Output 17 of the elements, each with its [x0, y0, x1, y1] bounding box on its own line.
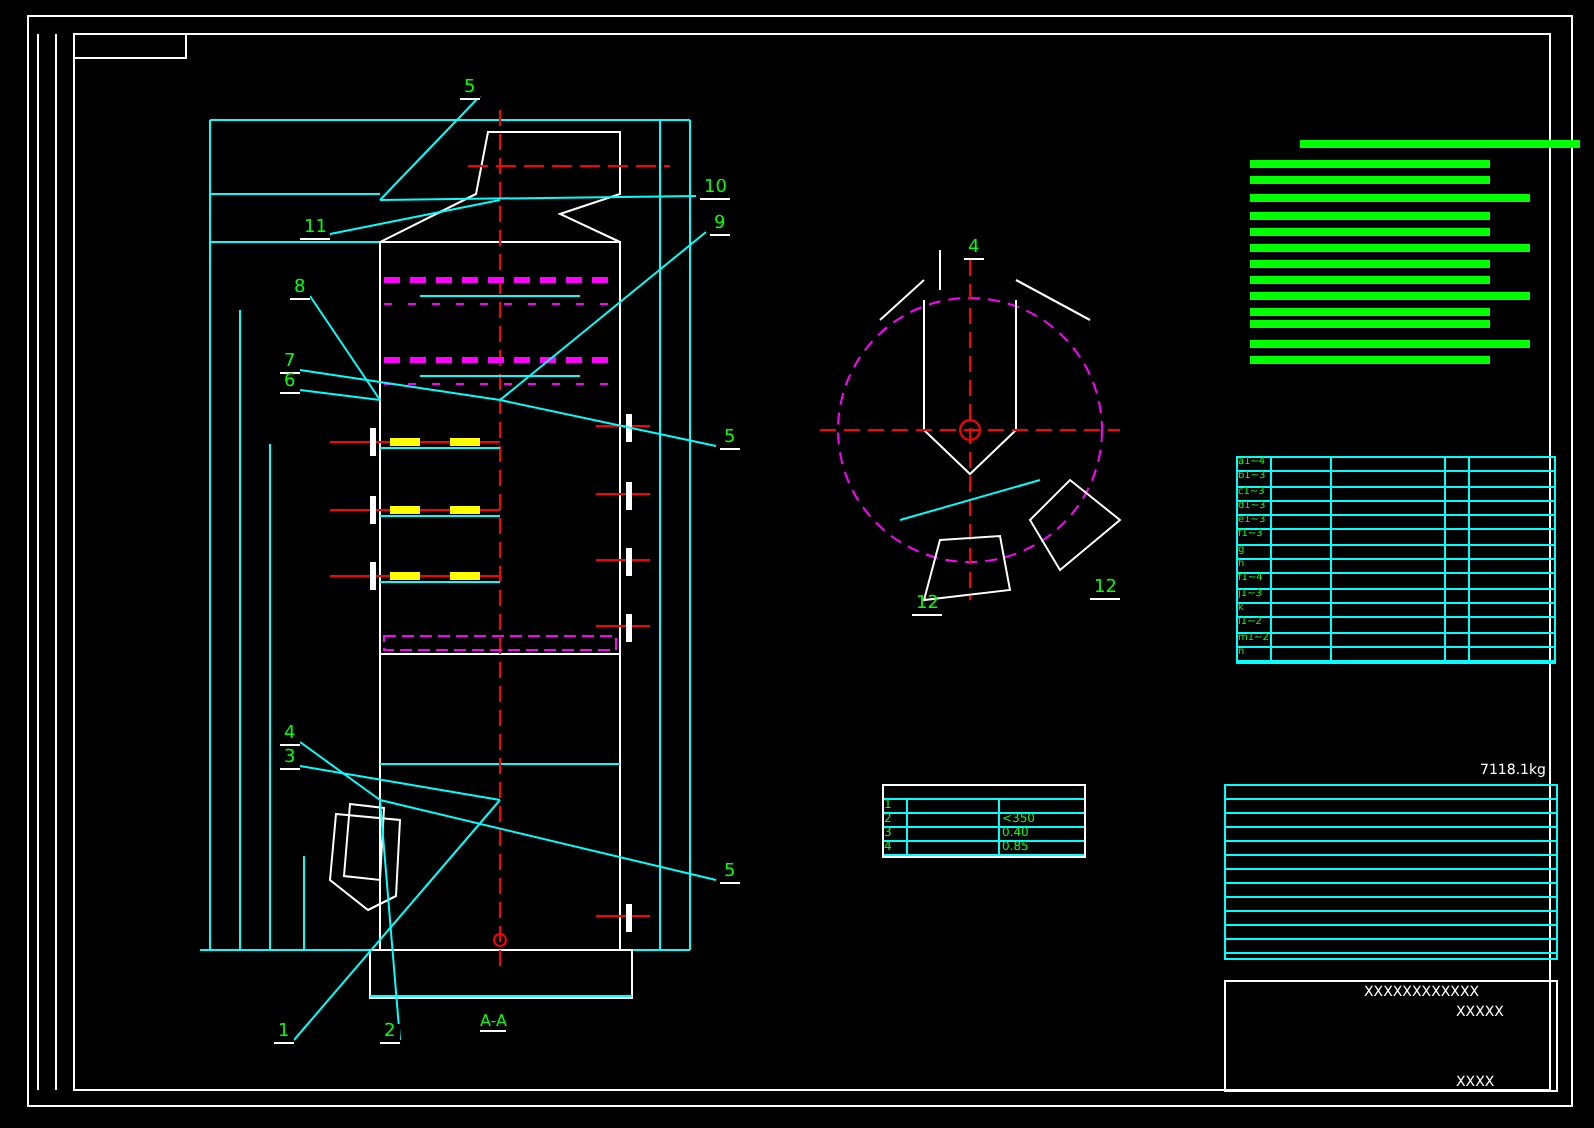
- callout-label: 7: [280, 354, 300, 374]
- callout-label: 2: [380, 1024, 400, 1044]
- callout-label: 4: [964, 240, 984, 260]
- callout-label: 8: [290, 280, 310, 300]
- callout-label: 9: [710, 216, 730, 236]
- callout-label: 5: [460, 80, 480, 100]
- callout-label: 4: [280, 726, 300, 746]
- callout-label: 1: [274, 1024, 294, 1044]
- callout-label: 12: [1090, 580, 1121, 600]
- callout-label: 12: [912, 596, 943, 616]
- callout-label: 6: [280, 374, 300, 394]
- callout-label: 11: [300, 220, 331, 240]
- callout-label: 10: [700, 180, 731, 200]
- callout-label: 5: [720, 430, 740, 450]
- section-label: A-A: [480, 1014, 507, 1032]
- callout-label: 5: [720, 864, 740, 884]
- callout-label: 3: [280, 750, 300, 770]
